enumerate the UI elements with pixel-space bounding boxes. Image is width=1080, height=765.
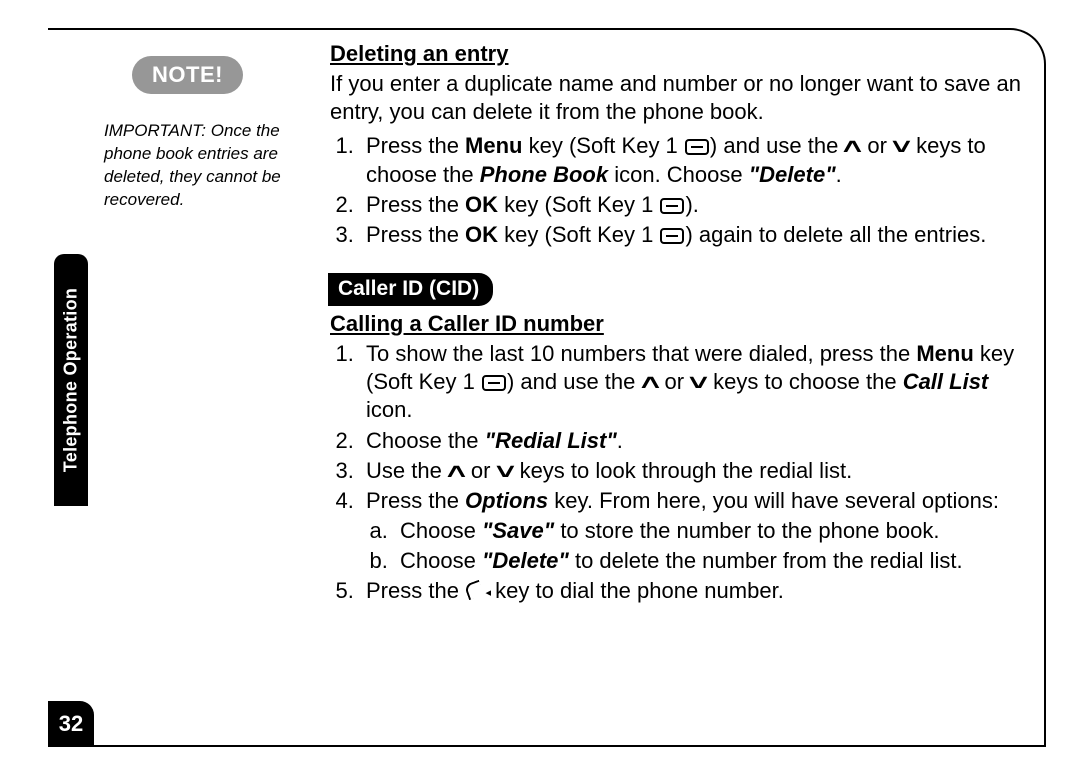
text: key (Soft Key 1 [498, 192, 659, 217]
text: key. From here, you will have several op… [548, 488, 999, 513]
text: Press the [366, 578, 465, 603]
text: to delete the number from the redial lis… [569, 548, 963, 573]
manual-page: NOTE! IMPORTANT: Once the phone book ent… [0, 0, 1080, 765]
delete-label: "Delete" [749, 162, 836, 187]
ok-key-label: OK [465, 222, 498, 247]
save-label: "Save" [482, 518, 554, 543]
calling-step-4-sub: Choose "Save" to store the number to the… [366, 517, 1030, 575]
text: ). [685, 192, 698, 217]
text: ) again to delete all the entries. [685, 222, 986, 247]
note-text: IMPORTANT: Once the phone book entries a… [104, 120, 284, 212]
calling-step-3: Use the ˄ or ˅ keys to look through the … [360, 457, 1030, 485]
down-arrow-icon: ˅ [689, 369, 708, 397]
ok-key-label: OK [465, 192, 498, 217]
phonebook-label: Phone Book [480, 162, 608, 187]
deleting-step-3: Press the OK key (Soft Key 1 ) again to … [360, 221, 1030, 249]
text: ) and use the [507, 369, 642, 394]
text: Press the [366, 192, 465, 217]
up-arrow-icon: ˄ [640, 369, 659, 397]
softkey-icon [660, 198, 684, 214]
section-tab: Telephone Operation [54, 254, 88, 506]
calling-step-1: To show the last 10 numbers that were di… [360, 340, 1030, 424]
talk-key-icon [465, 582, 489, 600]
caller-id-badge: Caller ID (CID) [328, 273, 493, 306]
calling-step-4b: Choose "Delete" to delete the number fro… [394, 547, 1030, 575]
calling-step-5: Press the key to dial the phone number. [360, 577, 1030, 605]
delete-label: "Delete" [482, 548, 569, 573]
text: Choose [400, 548, 482, 573]
text: Press the [366, 222, 465, 247]
call-list-label: Call List [903, 369, 989, 394]
text: to store the number to the phone book. [554, 518, 939, 543]
text: keys to choose the [707, 369, 903, 394]
options-key-label: Options [465, 488, 548, 513]
text: key to dial the phone number. [489, 578, 784, 603]
text: Press the [366, 488, 465, 513]
text: . [836, 162, 842, 187]
calling-step-2: Choose the "Redial List". [360, 427, 1030, 455]
heading-deleting-entry: Deleting an entry [330, 40, 1030, 68]
text: ) and use the [710, 133, 845, 158]
menu-key-label: Menu [465, 133, 522, 158]
deleting-step-1: Press the Menu key (Soft Key 1 ) and use… [360, 132, 1030, 188]
up-arrow-icon: ˄ [843, 133, 862, 161]
deleting-steps: Press the Menu key (Soft Key 1 ) and use… [330, 132, 1030, 249]
down-arrow-icon: ˅ [495, 458, 514, 486]
menu-key-label: Menu [916, 341, 973, 366]
heading-calling-cid: Calling a Caller ID number [330, 310, 1030, 338]
text: or [861, 133, 893, 158]
softkey-icon [685, 139, 709, 155]
text: key (Soft Key 1 [498, 222, 659, 247]
text: Press the [366, 133, 465, 158]
deleting-intro: If you enter a duplicate name and number… [330, 70, 1030, 126]
text: Use the [366, 458, 448, 483]
page-number: 32 [48, 701, 94, 747]
calling-step-4a: Choose "Save" to store the number to the… [394, 517, 1030, 545]
down-arrow-icon: ˅ [892, 133, 911, 161]
deleting-step-2: Press the OK key (Soft Key 1 ). [360, 191, 1030, 219]
bottom-rule [94, 745, 1046, 747]
text: key (Soft Key 1 [523, 133, 684, 158]
note-badge: NOTE! [132, 56, 243, 94]
text: icon. [366, 397, 412, 422]
up-arrow-icon: ˄ [447, 458, 466, 486]
text: To show the last 10 numbers that were di… [366, 341, 916, 366]
calling-step-4: Press the Options key. From here, you wi… [360, 487, 1030, 575]
text: or [658, 369, 690, 394]
redial-list-label: "Redial List" [485, 428, 617, 453]
text: icon. Choose [608, 162, 749, 187]
softkey-icon [660, 228, 684, 244]
main-content: Deleting an entry If you enter a duplica… [330, 40, 1030, 616]
calling-steps: To show the last 10 numbers that were di… [330, 340, 1030, 605]
section-tab-label: Telephone Operation [61, 288, 82, 472]
text: or [465, 458, 497, 483]
text: . [617, 428, 623, 453]
text: Choose [400, 518, 482, 543]
softkey-icon [482, 375, 506, 391]
text: keys to look through the redial list. [513, 458, 852, 483]
text: Choose the [366, 428, 485, 453]
